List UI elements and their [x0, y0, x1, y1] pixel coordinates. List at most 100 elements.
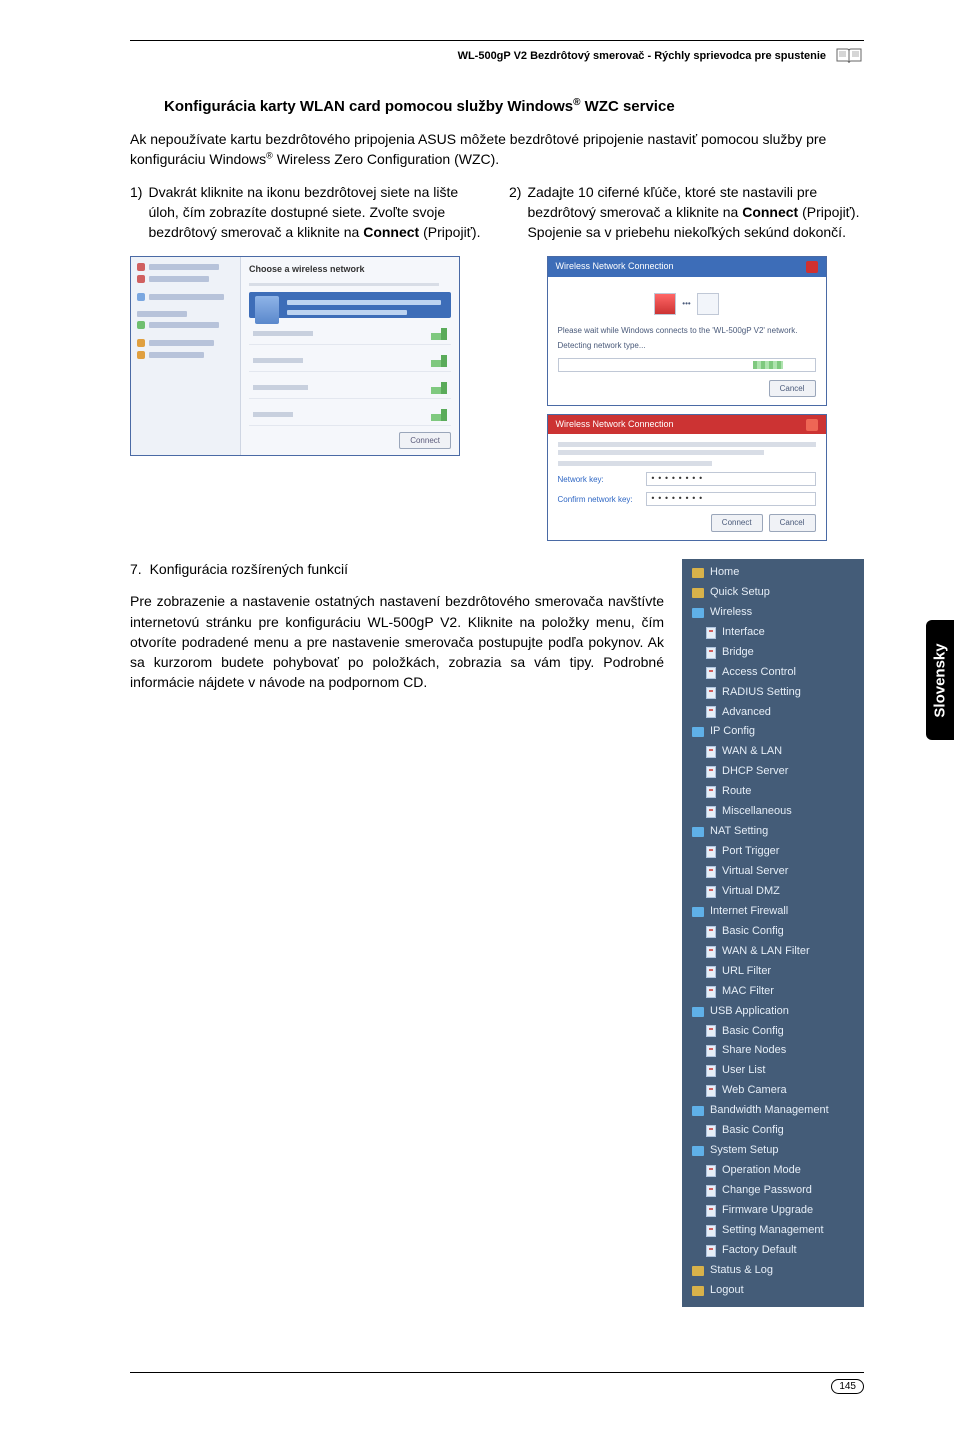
- menu-subitem-dhcp-server[interactable]: DHCP Server: [682, 762, 864, 782]
- network-key-input[interactable]: ••••••••: [646, 472, 816, 486]
- computer-icon: [654, 293, 676, 315]
- page-icon: [706, 687, 716, 699]
- menu-label: MAC Filter: [722, 984, 774, 1000]
- page-icon: [706, 1185, 716, 1197]
- menu-subitem-web-camera[interactable]: Web Camera: [682, 1081, 864, 1101]
- folder-open-icon: [692, 827, 704, 837]
- menu-label: Wireless: [710, 605, 752, 621]
- menu-label: Basic Config: [722, 1123, 784, 1139]
- choose-network-heading: Choose a wireless network: [249, 263, 451, 276]
- menu-subitem-operation-mode[interactable]: Operation Mode: [682, 1161, 864, 1181]
- menu-label: Access Control: [722, 665, 796, 681]
- menu-label: WAN & LAN: [722, 744, 782, 760]
- menu-subitem-basic-config[interactable]: Basic Config: [682, 1022, 864, 1042]
- column-right: 2) Zadajte 10 ciferné kľúče, ktoré ste n…: [509, 182, 864, 541]
- step-text: (Pripojiť).: [419, 224, 480, 240]
- menu-label: System Setup: [710, 1143, 778, 1159]
- menu-item-wireless[interactable]: Wireless: [682, 603, 864, 623]
- menu-label: DHCP Server: [722, 764, 788, 780]
- menu-label: Factory Default: [722, 1243, 797, 1259]
- page-icon: [706, 1165, 716, 1177]
- section-7-body: Pre zobrazenie a nastavenie ostatných na…: [130, 591, 664, 692]
- menu-item-system-setup[interactable]: System Setup: [682, 1141, 864, 1161]
- connect-bold: Connect: [363, 224, 419, 240]
- intro-paragraph: Ak nepoužívate kartu bezdrôtového pripoj…: [130, 129, 864, 170]
- menu-subitem-access-control[interactable]: Access Control: [682, 663, 864, 683]
- menu-subitem-firmware-upgrade[interactable]: Firmware Upgrade: [682, 1201, 864, 1221]
- menu-subitem-factory-default[interactable]: Factory Default: [682, 1241, 864, 1261]
- menu-item-home[interactable]: Home: [682, 563, 864, 583]
- menu-item-ip-config[interactable]: IP Config: [682, 722, 864, 742]
- page-icon: [706, 966, 716, 978]
- menu-subitem-wan-lan-filter[interactable]: WAN & LAN Filter: [682, 942, 864, 962]
- network-row: [249, 378, 451, 399]
- menu-label: Virtual Server: [722, 864, 788, 880]
- menu-item-quick-setup[interactable]: Quick Setup: [682, 583, 864, 603]
- connect-button[interactable]: Connect: [711, 514, 763, 532]
- folder-icon: [692, 588, 704, 598]
- page-icon: [706, 766, 716, 778]
- menu-subitem-basic-config[interactable]: Basic Config: [682, 922, 864, 942]
- menu-subitem-virtual-dmz[interactable]: Virtual DMZ: [682, 882, 864, 902]
- menu-subitem-radius-setting[interactable]: RADIUS Setting: [682, 683, 864, 703]
- page-icon: [706, 786, 716, 798]
- cancel-button[interactable]: Cancel: [769, 380, 816, 398]
- network-row: [249, 351, 451, 372]
- folder-open-icon: [692, 727, 704, 737]
- menu-label: Internet Firewall: [710, 904, 788, 920]
- menu-subitem-bridge[interactable]: Bridge: [682, 643, 864, 663]
- cancel-button[interactable]: Cancel: [769, 514, 816, 532]
- network-row: [249, 405, 451, 426]
- section-7-title: Konfigurácia rozšírených funkcií: [150, 561, 348, 577]
- folder-open-icon: [692, 1106, 704, 1116]
- confirm-key-label: Confirm network key:: [558, 494, 638, 506]
- menu-label: Change Password: [722, 1183, 812, 1199]
- menu-subitem-virtual-server[interactable]: Virtual Server: [682, 862, 864, 882]
- menu-item-status-log[interactable]: Status & Log: [682, 1261, 864, 1281]
- step-body: Zadajte 10 ciferné kľúče, ktoré ste nast…: [527, 182, 864, 243]
- folder-icon: [692, 1266, 704, 1276]
- section-title-pre: Konfigurácia karty WLAN card pomocou slu…: [164, 98, 573, 115]
- folder-open-icon: [692, 907, 704, 917]
- menu-label: Firmware Upgrade: [722, 1203, 813, 1219]
- connection-dialogs-screenshot: Wireless Network Connection ••• Please w…: [547, 256, 827, 540]
- folder-open-icon: [692, 1146, 704, 1156]
- selected-network: [249, 292, 451, 318]
- menu-subitem-advanced[interactable]: Advanced: [682, 703, 864, 723]
- menu-subitem-route[interactable]: Route: [682, 782, 864, 802]
- menu-label: Share Nodes: [722, 1043, 786, 1059]
- menu-subitem-basic-config[interactable]: Basic Config: [682, 1121, 864, 1141]
- menu-item-internet-firewall[interactable]: Internet Firewall: [682, 902, 864, 922]
- close-icon[interactable]: [806, 419, 818, 431]
- menu-label: Advanced: [722, 705, 771, 721]
- menu-subitem-port-trigger[interactable]: Port Trigger: [682, 842, 864, 862]
- menu-label: Quick Setup: [710, 585, 770, 601]
- dialog-title: Wireless Network Connection: [556, 418, 674, 431]
- menu-subitem-wan-lan[interactable]: WAN & LAN: [682, 742, 864, 762]
- menu-subitem-mac-filter[interactable]: MAC Filter: [682, 982, 864, 1002]
- menu-subitem-url-filter[interactable]: URL Filter: [682, 962, 864, 982]
- network-row: [249, 324, 451, 345]
- intro-text-post: Wireless Zero Configuration (WZC).: [273, 151, 499, 167]
- menu-label: Virtual DMZ: [722, 884, 780, 900]
- menu-subitem-change-password[interactable]: Change Password: [682, 1181, 864, 1201]
- menu-subitem-share-nodes[interactable]: Share Nodes: [682, 1041, 864, 1061]
- column-left: 1) Dvakrát kliknite na ikonu bezdrôtovej…: [130, 182, 485, 541]
- menu-label: User List: [722, 1063, 765, 1079]
- connect-button[interactable]: Connect: [399, 432, 451, 450]
- page-icon: [706, 746, 716, 758]
- confirm-key-input[interactable]: ••••••••: [646, 492, 816, 506]
- menu-subitem-setting-management[interactable]: Setting Management: [682, 1221, 864, 1241]
- section-7: 7. Konfigurácia rozšírených funkcií Pre …: [130, 559, 864, 1307]
- menu-item-nat-setting[interactable]: NAT Setting: [682, 822, 864, 842]
- page-icon: [706, 806, 716, 818]
- menu-subitem-miscellaneous[interactable]: Miscellaneous: [682, 802, 864, 822]
- menu-subitem-user-list[interactable]: User List: [682, 1061, 864, 1081]
- menu-label: Bandwidth Management: [710, 1103, 829, 1119]
- menu-subitem-interface[interactable]: Interface: [682, 623, 864, 643]
- menu-item-logout[interactable]: Logout: [682, 1281, 864, 1301]
- menu-item-usb-application[interactable]: USB Application: [682, 1002, 864, 1022]
- menu-item-bandwidth-management[interactable]: Bandwidth Management: [682, 1101, 864, 1121]
- footer-rule: [130, 1372, 864, 1373]
- close-icon[interactable]: [806, 261, 818, 273]
